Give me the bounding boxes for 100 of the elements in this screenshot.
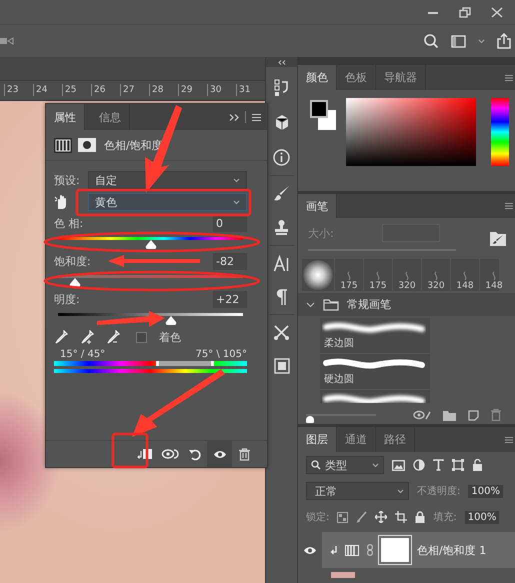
color-picker-field[interactable]	[346, 98, 476, 166]
value-field[interactable]: -82	[213, 252, 247, 270]
folder-icon[interactable]	[443, 410, 456, 421]
brush-preset[interactable]: 320	[421, 259, 450, 292]
soft-brush-tip[interactable]	[303, 260, 333, 290]
brush-preset[interactable]: 320	[392, 259, 421, 292]
panel-tab[interactable]: 属性	[46, 104, 85, 130]
eye-icon[interactable]	[303, 546, 317, 554]
panel-tab[interactable]: 图层	[298, 427, 337, 452]
range-end-label: 75° \ 105°	[195, 349, 247, 360]
adjustment-layer-icon	[345, 544, 359, 556]
photo-thumbnail[interactable]	[331, 572, 355, 578]
panel-tab[interactable]: 导航器	[376, 65, 426, 90]
info-icon[interactable]	[273, 149, 290, 166]
panel-tab[interactable]: 路径	[376, 427, 415, 452]
stamp-icon[interactable]	[273, 219, 290, 236]
collapse-icon[interactable]	[278, 60, 286, 64]
panel-tab[interactable]: 颜色	[298, 65, 337, 90]
smart-object-filter-icon[interactable]	[472, 459, 483, 471]
slider-label: 饱和度:	[54, 254, 88, 268]
panel-tab[interactable]: 色板	[337, 65, 376, 90]
image-filter-icon[interactable]	[392, 460, 405, 470]
opacity-label: 不透明度:	[417, 484, 460, 498]
blend-mode-dropdown[interactable]: 正常	[306, 482, 409, 500]
crop-icon[interactable]	[395, 511, 408, 523]
brush-group[interactable]: 常规画笔	[298, 293, 515, 316]
brush-preset[interactable]: 148	[450, 259, 479, 292]
adjustment-layer-icon[interactable]	[54, 138, 72, 152]
history-icon[interactable]	[274, 79, 290, 97]
ruler: 23 24 25 26 27 28 29 30 31	[0, 81, 265, 101]
menu-icon[interactable]	[505, 436, 513, 442]
lock-pixels-icon[interactable]	[337, 512, 348, 522]
reset-icon	[188, 448, 202, 460]
eyedropper-plus-icon[interactable]	[80, 330, 94, 344]
caret-icon[interactable]	[478, 38, 485, 44]
preset-dropdown[interactable]: 自定	[88, 171, 247, 189]
character-icon[interactable]	[273, 255, 290, 272]
workspace-icon[interactable]	[451, 34, 466, 48]
panel-tab[interactable]: 画笔	[298, 194, 337, 218]
size-label: 大小:	[308, 226, 334, 241]
folder-icon	[323, 298, 339, 311]
colorize-checkbox[interactable]	[136, 332, 147, 342]
brush-size-label: 148	[456, 281, 474, 292]
value-field[interactable]: +22	[213, 290, 247, 308]
color-range-bar[interactable]	[54, 361, 247, 366]
tools-icon[interactable]	[273, 324, 290, 341]
preset-label: 预设:	[54, 172, 81, 188]
eye-brush-icon[interactable]	[413, 410, 431, 420]
opacity-field[interactable]: 100%	[468, 484, 503, 498]
menu-icon[interactable]	[505, 203, 513, 210]
hand-icon[interactable]	[54, 194, 68, 210]
brush-icon[interactable]	[273, 185, 290, 202]
move-icon[interactable]	[375, 511, 388, 523]
panel-tab[interactable]: 通道	[337, 427, 376, 452]
slider-thumb[interactable]	[144, 240, 156, 249]
slider-thumb[interactable]	[68, 278, 81, 287]
menu-icon[interactable]	[252, 114, 261, 120]
panel-tab[interactable]: 信息	[91, 104, 130, 130]
brush-tip-icon	[461, 271, 469, 282]
lock-label: 锁定:	[306, 510, 330, 524]
brush-lock-icon[interactable]	[356, 511, 368, 523]
eye-icon	[212, 450, 226, 458]
paragraph-icon[interactable]	[275, 289, 288, 305]
double-chevron-icon[interactable]	[229, 114, 239, 120]
layer-mask-thumbnail[interactable]	[381, 538, 409, 562]
preview-size-slider[interactable]	[306, 414, 376, 423]
mask-icon[interactable]	[78, 138, 96, 152]
slider-thumb[interactable]	[164, 316, 177, 325]
share-icon[interactable]	[497, 33, 511, 49]
shape-filter-icon[interactable]	[452, 459, 464, 471]
filter-dropdown[interactable]: 类型	[306, 456, 384, 474]
color-range-dropdown[interactable]: 黄色	[88, 193, 247, 211]
brush-size-label: 175	[369, 281, 387, 292]
brush-preset[interactable]: 175	[334, 259, 363, 292]
menu-icon[interactable]	[505, 74, 513, 80]
slider-label: 明度:	[54, 292, 81, 306]
cube-icon[interactable]	[274, 114, 290, 132]
eyedropper-minus-icon[interactable]	[106, 330, 120, 344]
brush-preset[interactable]: 175	[363, 259, 392, 292]
visibility-button[interactable]	[207, 441, 232, 467]
slider-thumb[interactable]	[306, 416, 314, 423]
layer-row[interactable]: 色相/饱和度 1	[298, 532, 515, 568]
colorize-label: 着色	[159, 330, 181, 344]
adjustment-filter-icon[interactable]	[413, 459, 425, 471]
type-filter-icon[interactable]	[433, 459, 444, 471]
range-start-label: 15° / 45°	[60, 349, 106, 360]
eyedropper-icon[interactable]	[54, 330, 68, 344]
brush-size-label: 148	[485, 281, 503, 292]
hue-strip[interactable]	[491, 98, 509, 166]
fill-field[interactable]: 100%	[464, 510, 500, 524]
lock-icon[interactable]	[415, 511, 426, 523]
close-icon[interactable]	[491, 6, 503, 18]
layer-comps-icon[interactable]	[274, 358, 290, 374]
video-camera-icon[interactable]	[0, 36, 14, 46]
chevron-icon	[306, 300, 315, 310]
brush-preset[interactable]: 148	[479, 259, 508, 292]
search-icon[interactable]	[423, 33, 439, 49]
brush-size-label: 320	[398, 281, 416, 292]
new-icon[interactable]	[468, 410, 479, 421]
restore-icon[interactable]	[459, 6, 471, 18]
